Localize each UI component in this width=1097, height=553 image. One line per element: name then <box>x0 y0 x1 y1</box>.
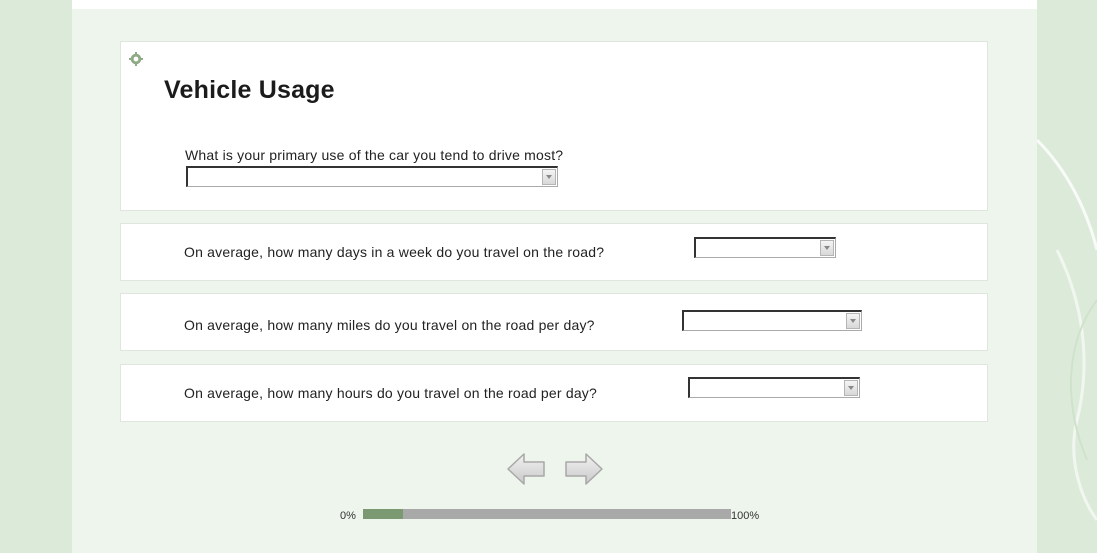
question-card-miles-per-day: On average, how many miles do you travel… <box>120 293 988 351</box>
arrow-right-icon[interactable] <box>564 451 604 487</box>
miles-per-day-select[interactable] <box>682 310 862 331</box>
chevron-down-icon[interactable] <box>846 313 860 329</box>
page-left-margin <box>0 0 72 553</box>
progress-end-label: 100% <box>731 510 760 522</box>
days-per-week-select[interactable] <box>694 237 836 258</box>
arrow-left-icon[interactable] <box>506 451 546 487</box>
chevron-down-icon[interactable] <box>542 169 556 185</box>
question-card-hours-per-day: On average, how many hours do you travel… <box>120 364 988 422</box>
question-label-miles-per-day: On average, how many miles do you travel… <box>184 317 595 333</box>
page-right-margin <box>1037 0 1097 553</box>
hours-per-day-select[interactable] <box>688 377 860 398</box>
primary-use-select[interactable] <box>186 166 558 187</box>
decorative-leaf-graphic <box>1037 138 1097 521</box>
question-label-days-per-week: On average, how many days in a week do y… <box>184 244 605 260</box>
progress-start-label: 0% <box>340 510 356 522</box>
question-card-days-per-week: On average, how many days in a week do y… <box>120 223 988 281</box>
question-label-hours-per-day: On average, how many hours do you travel… <box>184 385 597 401</box>
chevron-down-icon[interactable] <box>844 380 858 396</box>
progress-bar <box>363 509 731 519</box>
question-card-primary-use: Vehicle Usage What is your primary use o… <box>120 41 988 211</box>
gear-icon[interactable] <box>129 52 143 66</box>
chevron-down-icon[interactable] <box>820 240 834 256</box>
page-title: Vehicle Usage <box>164 76 335 104</box>
progress-bar-fill <box>363 509 404 519</box>
question-label-primary-use: What is your primary use of the car you … <box>185 147 564 163</box>
